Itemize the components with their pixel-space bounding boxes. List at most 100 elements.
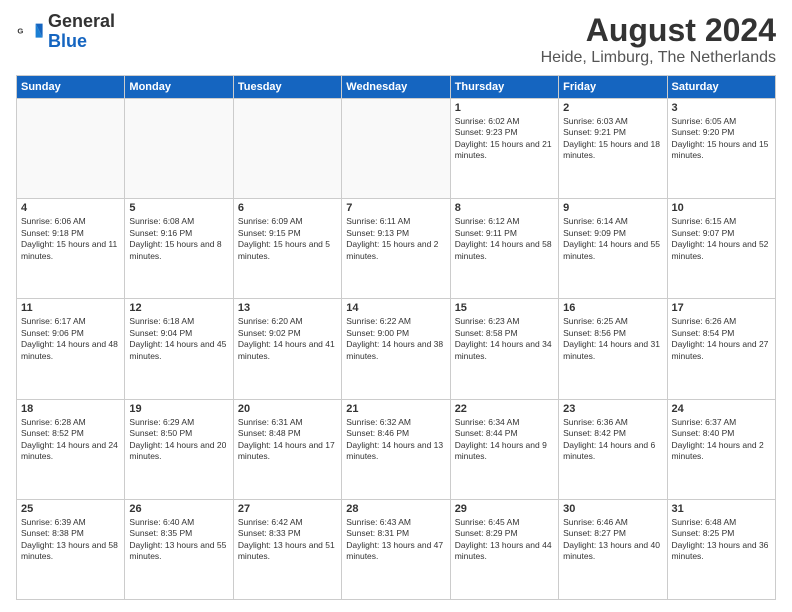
- day-number: 5: [129, 202, 228, 214]
- table-row: [233, 99, 341, 199]
- table-row: 23 Sunrise: 6:36 AM Sunset: 8:42 PM Dayli…: [559, 399, 667, 499]
- logo-general-text: General: [48, 11, 115, 31]
- day-info: Sunrise: 6:09 AM Sunset: 9:15 PM Dayligh…: [238, 216, 337, 262]
- table-row: 12Sunrise: 6:18 AM Sunset: 9:04 PM Dayli…: [125, 299, 233, 399]
- day-number: 18: [21, 403, 120, 415]
- col-monday: Monday: [125, 76, 233, 99]
- col-friday: Friday: [559, 76, 667, 99]
- day-info: Sunrise: 6:06 AM Sunset: 9:18 PM Dayligh…: [21, 216, 120, 262]
- table-row: 11Sunrise: 6:17 AM Sunset: 9:06 PM Dayli…: [17, 299, 125, 399]
- day-info: Sunrise: 6:15 AM Sunset: 9:07 PM Dayligh…: [672, 216, 771, 262]
- table-row: 19 Sunrise: 6:29 AM Sunset: 8:50 PM Dayli…: [125, 399, 233, 499]
- day-number: 21: [346, 403, 445, 415]
- day-number: 1: [455, 102, 554, 114]
- day-info: Sunrise: 6:05 AM Sunset: 9:20 PM Dayligh…: [672, 116, 771, 162]
- subtitle: Heide, Limburg, The Netherlands: [541, 49, 776, 67]
- calendar-week-row: 1 Sunrise: 6:02 AM Sunset: 9:23 PM Daylig…: [17, 99, 776, 199]
- table-row: 8 Sunrise: 6:12 AM Sunset: 9:11 PM Daylig…: [450, 199, 558, 299]
- header: G General Blue August 2024 Heide, Limbur…: [16, 12, 776, 67]
- day-number: 4: [21, 202, 120, 214]
- day-number: 15: [455, 302, 554, 314]
- day-number: 2: [563, 102, 662, 114]
- day-info: Sunrise: 6:37 AM Sunset: 8:40 PM Dayligh…: [672, 417, 771, 463]
- day-info: Sunrise: 6:26 AM Sunset: 8:54 PM Dayligh…: [672, 316, 771, 362]
- day-info: Sunrise: 6:11 AM Sunset: 9:13 PM Dayligh…: [346, 216, 445, 262]
- day-number: 23: [563, 403, 662, 415]
- day-number: 22: [455, 403, 554, 415]
- col-sunday: Sunday: [17, 76, 125, 99]
- day-info: Sunrise: 6:28 AM Sunset: 8:52 PM Dayligh…: [21, 417, 120, 463]
- table-row: 10 Sunrise: 6:15 AM Sunset: 9:07 PM Dayli…: [667, 199, 775, 299]
- table-row: 18 Sunrise: 6:28 AM Sunset: 8:52 PM Dayli…: [17, 399, 125, 499]
- col-saturday: Saturday: [667, 76, 775, 99]
- day-info: Sunrise: 6:08 AM Sunset: 9:16 PM Dayligh…: [129, 216, 228, 262]
- main-title: August 2024: [541, 12, 776, 49]
- day-number: 12: [129, 302, 228, 314]
- table-row: [342, 99, 450, 199]
- day-info: Sunrise: 6:40 AM Sunset: 8:35 PM Dayligh…: [129, 517, 228, 563]
- day-number: 25: [21, 503, 120, 515]
- day-number: 19: [129, 403, 228, 415]
- day-number: 13: [238, 302, 337, 314]
- table-row: 28Sunrise: 6:43 AM Sunset: 8:31 PM Dayli…: [342, 499, 450, 599]
- day-number: 9: [563, 202, 662, 214]
- table-row: 15 Sunrise: 6:23 AM Sunset: 8:58 PM Dayli…: [450, 299, 558, 399]
- day-number: 17: [672, 302, 771, 314]
- table-row: 24 Sunrise: 6:37 AM Sunset: 8:40 PM Dayli…: [667, 399, 775, 499]
- table-row: 20 Sunrise: 6:31 AM Sunset: 8:48 PM Dayli…: [233, 399, 341, 499]
- table-row: 29 Sunrise: 6:45 AM Sunset: 8:29 PM Dayli…: [450, 499, 558, 599]
- calendar-week-row: 18 Sunrise: 6:28 AM Sunset: 8:52 PM Dayli…: [17, 399, 776, 499]
- calendar-week-row: 4 Sunrise: 6:06 AM Sunset: 9:18 PM Daylig…: [17, 199, 776, 299]
- table-row: 22 Sunrise: 6:34 AM Sunset: 8:44 PM Dayli…: [450, 399, 558, 499]
- logo: G General Blue: [16, 12, 115, 52]
- col-thursday: Thursday: [450, 76, 558, 99]
- day-number: 24: [672, 403, 771, 415]
- day-info: Sunrise: 6:39 AM Sunset: 8:38 PM Dayligh…: [21, 517, 120, 563]
- day-info: Sunrise: 6:45 AM Sunset: 8:29 PM Dayligh…: [455, 517, 554, 563]
- day-number: 31: [672, 503, 771, 515]
- table-row: 26 Sunrise: 6:40 AM Sunset: 8:35 PM Dayli…: [125, 499, 233, 599]
- day-info: Sunrise: 6:42 AM Sunset: 8:33 PM Dayligh…: [238, 517, 337, 563]
- day-info: Sunrise: 6:46 AM Sunset: 8:27 PM Dayligh…: [563, 517, 662, 563]
- day-number: 26: [129, 503, 228, 515]
- day-info: Sunrise: 6:25 AM Sunset: 8:56 PM Dayligh…: [563, 316, 662, 362]
- day-number: 3: [672, 102, 771, 114]
- table-row: 30 Sunrise: 6:46 AM Sunset: 8:27 PM Dayli…: [559, 499, 667, 599]
- day-number: 11: [21, 302, 120, 314]
- table-row: 13Sunrise: 6:20 AM Sunset: 9:02 PM Dayli…: [233, 299, 341, 399]
- day-info: Sunrise: 6:12 AM Sunset: 9:11 PM Dayligh…: [455, 216, 554, 262]
- day-number: 27: [238, 503, 337, 515]
- day-number: 6: [238, 202, 337, 214]
- day-info: Sunrise: 6:22 AM Sunset: 9:00 PM Dayligh…: [346, 316, 445, 362]
- table-row: 7Sunrise: 6:11 AM Sunset: 9:13 PM Daylig…: [342, 199, 450, 299]
- day-info: Sunrise: 6:14 AM Sunset: 9:09 PM Dayligh…: [563, 216, 662, 262]
- day-info: Sunrise: 6:34 AM Sunset: 8:44 PM Dayligh…: [455, 417, 554, 463]
- day-info: Sunrise: 6:32 AM Sunset: 8:46 PM Dayligh…: [346, 417, 445, 463]
- calendar-header-row: Sunday Monday Tuesday Wednesday Thursday…: [17, 76, 776, 99]
- table-row: 27 Sunrise: 6:42 AM Sunset: 8:33 PM Dayli…: [233, 499, 341, 599]
- calendar: Sunday Monday Tuesday Wednesday Thursday…: [16, 75, 776, 600]
- day-number: 29: [455, 503, 554, 515]
- day-number: 30: [563, 503, 662, 515]
- table-row: 31 Sunrise: 6:48 AM Sunset: 8:25 PM Dayli…: [667, 499, 775, 599]
- title-block: August 2024 Heide, Limburg, The Netherla…: [541, 12, 776, 67]
- table-row: 21 Sunrise: 6:32 AM Sunset: 8:46 PM Dayli…: [342, 399, 450, 499]
- day-info: Sunrise: 6:36 AM Sunset: 8:42 PM Dayligh…: [563, 417, 662, 463]
- table-row: 25 Sunrise: 6:39 AM Sunset: 8:38 PM Dayli…: [17, 499, 125, 599]
- day-info: Sunrise: 6:29 AM Sunset: 8:50 PM Dayligh…: [129, 417, 228, 463]
- day-info: Sunrise: 6:48 AM Sunset: 8:25 PM Dayligh…: [672, 517, 771, 563]
- day-info: Sunrise: 6:31 AM Sunset: 8:48 PM Dayligh…: [238, 417, 337, 463]
- day-number: 16: [563, 302, 662, 314]
- table-row: [125, 99, 233, 199]
- page: G General Blue August 2024 Heide, Limbur…: [0, 0, 792, 612]
- day-number: 8: [455, 202, 554, 214]
- day-number: 10: [672, 202, 771, 214]
- table-row: 2Sunrise: 6:03 AM Sunset: 9:21 PM Daylig…: [559, 99, 667, 199]
- table-row: 3 Sunrise: 6:05 AM Sunset: 9:20 PM Daylig…: [667, 99, 775, 199]
- day-info: Sunrise: 6:02 AM Sunset: 9:23 PM Dayligh…: [455, 116, 554, 162]
- table-row: [17, 99, 125, 199]
- day-info: Sunrise: 6:23 AM Sunset: 8:58 PM Dayligh…: [455, 316, 554, 362]
- col-wednesday: Wednesday: [342, 76, 450, 99]
- day-number: 20: [238, 403, 337, 415]
- calendar-week-row: 25 Sunrise: 6:39 AM Sunset: 8:38 PM Dayli…: [17, 499, 776, 599]
